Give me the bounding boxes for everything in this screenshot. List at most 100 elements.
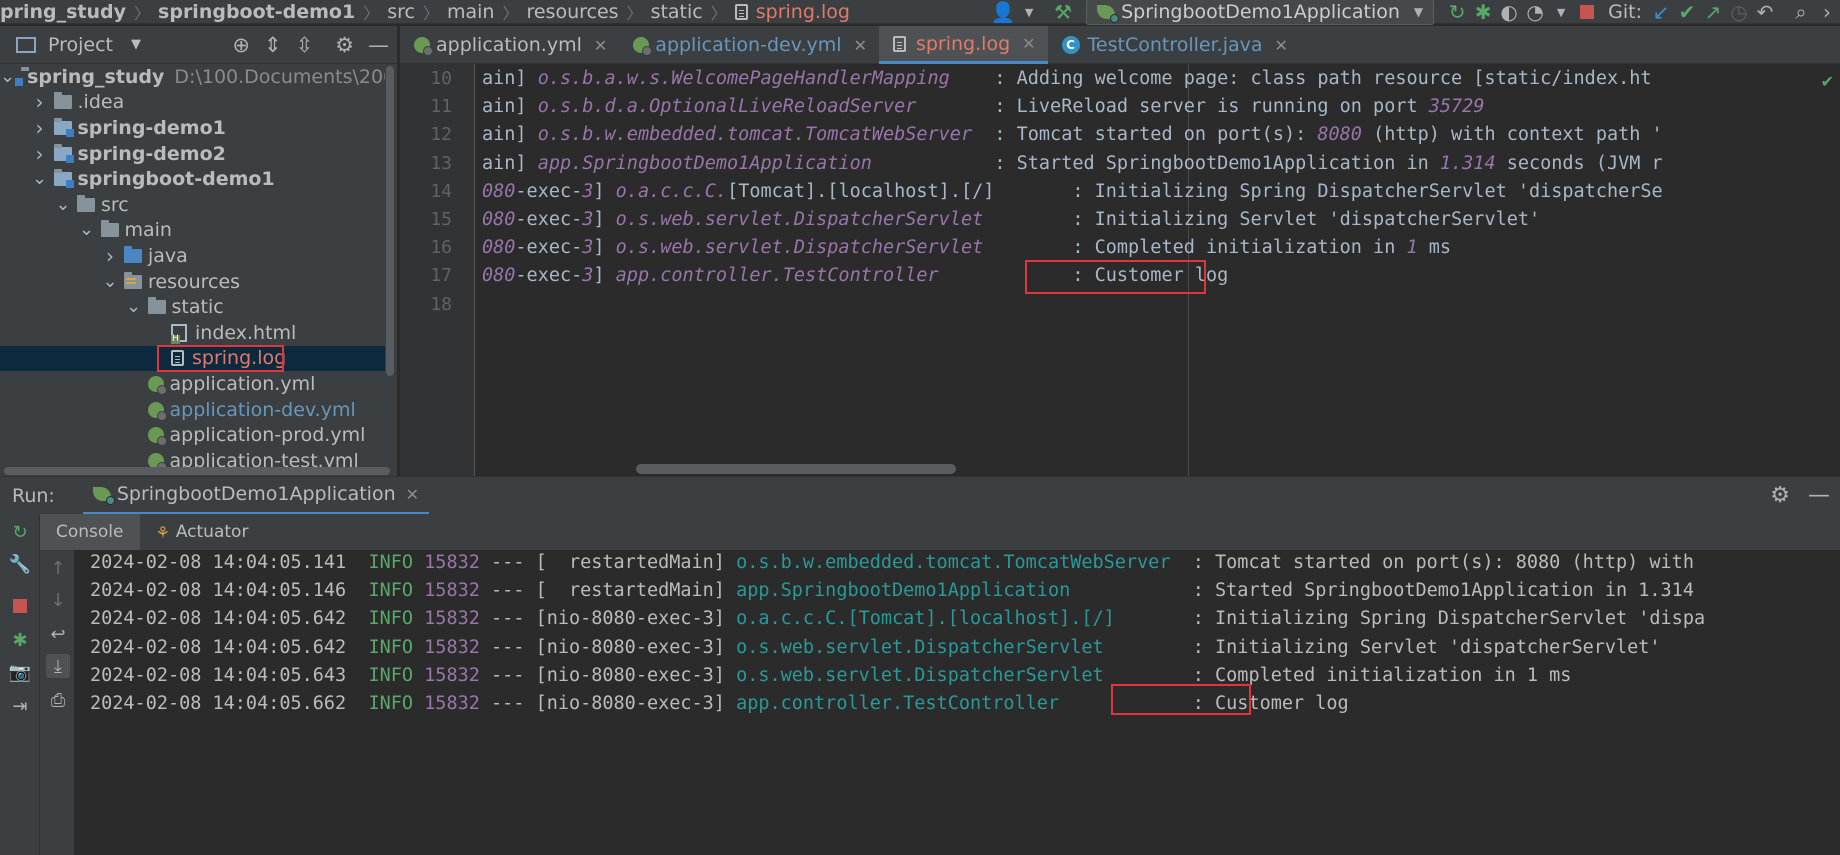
soft-wrap-icon[interactable]: ↩ <box>46 622 70 646</box>
history-icon[interactable]: ◷ <box>1726 0 1752 24</box>
close-icon[interactable]: ✕ <box>854 36 867 55</box>
breadcrumb-separator: 〉 <box>363 4 380 23</box>
console-ts: 2024-02-08 14:04:05.141 <box>90 552 347 573</box>
user-icon[interactable]: 👤 <box>990 0 1016 24</box>
code-token: o.s.web.servlet.DispatcherServlet <box>615 237 984 259</box>
breadcrumb-module[interactable]: springboot-demo1 <box>158 1 355 23</box>
rerun-icon[interactable]: ↻ <box>1444 0 1470 24</box>
camera-icon[interactable]: 📷 <box>8 660 32 684</box>
code-token: -exec- <box>515 237 583 259</box>
stop-icon[interactable] <box>8 594 32 618</box>
gear-icon[interactable]: ⚙ <box>1770 483 1790 508</box>
print-icon[interactable]: ⎙ <box>46 688 70 712</box>
tree-item[interactable]: ⌄ resources <box>0 269 385 295</box>
editor-tab[interactable]: application.yml ✕ <box>400 26 619 64</box>
debug-bug-icon[interactable]: ✱ <box>1470 0 1496 24</box>
chevron-down-icon[interactable]: ▼ <box>131 37 141 52</box>
tree-item[interactable]: ⌄ src <box>0 192 385 218</box>
tree-item[interactable]: ⌄ springboot-demo1 <box>0 166 385 192</box>
chevron-down-icon[interactable]: ▼ <box>1016 0 1042 24</box>
tree-item[interactable]: application.yml <box>0 371 385 397</box>
profiler-icon[interactable]: ◔ <box>1522 0 1548 24</box>
chevron-down-icon[interactable]: ⌄ <box>0 67 15 85</box>
up-arrow-icon[interactable]: ↑ <box>46 556 70 580</box>
scroll-to-end-icon[interactable]: ⤓ <box>46 654 70 678</box>
run-tab[interactable]: SpringbootDemo1Application ✕ <box>82 477 430 515</box>
project-title[interactable]: Project <box>48 34 113 56</box>
line-number: 11 <box>430 96 452 118</box>
wrench-icon[interactable]: 🔧 <box>8 552 32 576</box>
breadcrumb-main[interactable]: main <box>447 1 494 23</box>
code-token: app.SpringbootDemo1Application <box>537 152 872 174</box>
breadcrumb-project[interactable]: pring_study <box>0 1 126 23</box>
tree-item-label: application-dev.yml <box>169 398 356 421</box>
run-configuration-selector[interactable]: SpringbootDemo1Application ▼ <box>1086 0 1435 25</box>
coverage-icon[interactable]: ◐ <box>1496 0 1522 24</box>
down-arrow-icon[interactable]: ↓ <box>46 588 70 612</box>
rollback-icon[interactable]: ↶ <box>1752 0 1778 24</box>
tree-item[interactable]: › .idea <box>0 90 385 116</box>
hide-panel-icon[interactable]: — <box>1808 483 1830 508</box>
chevron-down-icon[interactable]: ⌄ <box>32 170 48 188</box>
collapse-all-icon[interactable]: ⇳ <box>296 33 314 57</box>
debug-restart-icon[interactable]: ✱ <box>8 628 32 652</box>
chevron-right-icon[interactable]: › <box>32 90 48 114</box>
chevron-right-icon[interactable]: › <box>1814 0 1840 24</box>
tree-item[interactable]: ⌄ static <box>0 294 385 320</box>
breadcrumb-file[interactable]: spring.log <box>756 1 850 23</box>
breadcrumb: pring_study 〉 springboot-demo1 〉 src 〉 m… <box>0 0 850 24</box>
close-icon[interactable]: ✕ <box>1022 34 1035 53</box>
tree-item[interactable]: › spring-demo1 <box>0 115 385 141</box>
git-commit-icon[interactable]: ✔ <box>1674 0 1700 24</box>
chevron-right-icon[interactable]: › <box>32 142 48 166</box>
git-update-icon[interactable]: ↙ <box>1648 0 1674 24</box>
chevron-down-icon[interactable]: ▼ <box>1548 0 1574 24</box>
run-subtabs: Console ⚘ Actuator <box>40 514 1840 550</box>
tab-console[interactable]: Console <box>40 514 140 550</box>
exit-icon[interactable]: ⇥ <box>8 694 32 718</box>
chevron-right-icon[interactable]: › <box>102 244 118 268</box>
inspection-ok-icon[interactable]: ✔ <box>1821 72 1834 91</box>
tree-item[interactable]: index.html <box>0 320 385 346</box>
expand-all-icon[interactable]: ⇕ <box>264 33 282 57</box>
chevron-down-icon[interactable]: ⌄ <box>126 298 142 316</box>
git-push-icon[interactable]: ↗ <box>1700 0 1726 24</box>
tree-item[interactable]: › spring-demo2 <box>0 141 385 167</box>
tab-actuator[interactable]: ⚘ Actuator <box>140 514 265 550</box>
tree-item[interactable]: ⌄ main <box>0 218 385 244</box>
editor-tab[interactable]: spring.log ✕ <box>878 26 1048 64</box>
chevron-down-icon[interactable]: ⌄ <box>79 221 95 239</box>
locate-file-icon[interactable]: ⊕ <box>232 33 250 57</box>
editor[interactable]: 10 11 12 13 14 15 16 17 18 ain] o.s.b.a.w.s.Welc… <box>400 64 1840 476</box>
chevron-down-icon[interactable]: ⌄ <box>55 195 71 213</box>
close-icon[interactable]: ✕ <box>406 485 419 504</box>
breadcrumb-resources[interactable]: resources <box>526 1 618 23</box>
tree-item[interactable]: application-dev.yml <box>0 397 385 423</box>
console-pid: 15832 <box>424 608 480 630</box>
gear-icon[interactable]: ⚙ <box>335 33 354 57</box>
editor-tab[interactable]: C TestController.java ✕ <box>1048 26 1300 64</box>
tree-item[interactable]: application-prod.yml <box>0 422 385 448</box>
tree-horizontal-scrollbar[interactable] <box>4 467 390 475</box>
editor-tab[interactable]: application-dev.yml ✕ <box>619 26 879 64</box>
editor-tab-label: TestController.java <box>1087 34 1263 56</box>
run-configuration-label: SpringbootDemo1Application <box>1121 1 1400 23</box>
hide-panel-icon[interactable]: — <box>368 33 389 57</box>
console-level: INFO <box>368 636 414 658</box>
tree-item[interactable]: ⌄ spring_study D:\100.Documents\200.Intell… <box>0 64 385 90</box>
editor-horizontal-scrollbar[interactable] <box>636 464 956 474</box>
tree-item[interactable]: › java <box>0 243 385 269</box>
breadcrumb-src[interactable]: src <box>387 1 415 23</box>
rerun-icon[interactable]: ↻ <box>8 520 32 544</box>
chevron-down-icon[interactable]: ⌄ <box>102 272 118 290</box>
chevron-right-icon[interactable]: › <box>32 116 48 140</box>
close-icon[interactable]: ✕ <box>594 36 607 55</box>
close-icon[interactable]: ✕ <box>1275 36 1288 55</box>
build-hammer-icon[interactable]: ⚒ <box>1050 0 1076 24</box>
console-output[interactable]: 2024-02-08 14:04:05.141 INFO 15832 --- [… <box>76 550 1840 855</box>
breadcrumb-static[interactable]: static <box>651 1 703 23</box>
stop-icon[interactable] <box>1574 0 1600 24</box>
tree-vertical-scrollbar[interactable] <box>386 66 394 376</box>
search-icon[interactable]: ⌕ <box>1788 0 1814 24</box>
